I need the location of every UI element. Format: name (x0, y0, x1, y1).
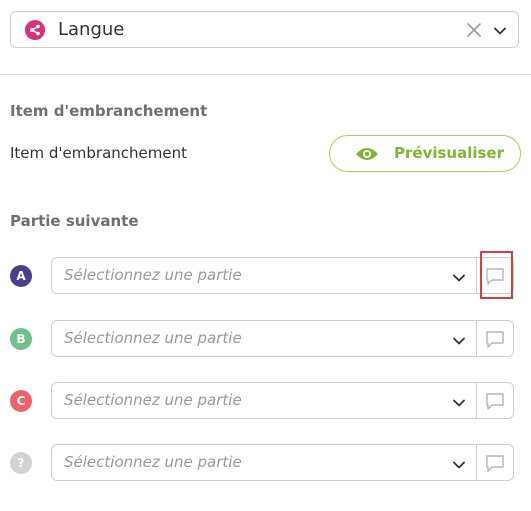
chevron-down-icon (452, 270, 466, 284)
comment-button[interactable] (477, 382, 514, 419)
branch-icon (25, 20, 45, 40)
chevron-down-icon (452, 395, 466, 409)
chevron-down-icon[interactable] (493, 23, 507, 37)
next-part-row: A Sélectionnez une partie (0, 257, 531, 297)
option-badge: B (10, 328, 32, 350)
part-select[interactable]: Sélectionnez une partie (51, 257, 477, 294)
option-badge: C (10, 390, 32, 412)
branch-item-heading: Item d'embranchement (10, 102, 208, 120)
clear-icon[interactable] (466, 22, 482, 38)
comment-button[interactable] (477, 257, 514, 294)
branching-panel: Langue Item d'embranchement Item d'embra… (0, 0, 531, 511)
part-select[interactable]: Sélectionnez une partie (51, 382, 477, 419)
preview-button[interactable]: Prévisualiser (329, 135, 521, 172)
selected-question-label: Langue (58, 19, 125, 40)
next-part-row: B Sélectionnez une partie (0, 320, 531, 360)
divider (0, 74, 531, 75)
chevron-down-icon (452, 457, 466, 471)
eye-icon (355, 145, 379, 167)
part-select[interactable]: Sélectionnez une partie (51, 320, 477, 357)
next-part-heading: Partie suivante (10, 212, 139, 230)
part-select-placeholder: Sélectionnez une partie (64, 453, 242, 471)
part-select-placeholder: Sélectionnez une partie (64, 266, 242, 284)
comment-button[interactable] (477, 320, 514, 357)
option-badge: A (10, 265, 32, 287)
part-select-placeholder: Sélectionnez une partie (64, 391, 242, 409)
preview-button-label: Prévisualiser (394, 144, 504, 162)
chevron-down-icon (452, 333, 466, 347)
branch-item-label: Item d'embranchement (10, 144, 187, 162)
branch-question-select[interactable]: Langue (10, 11, 519, 48)
part-select[interactable]: Sélectionnez une partie (51, 444, 477, 481)
next-part-row: ? Sélectionnez une partie (0, 444, 531, 484)
next-part-row: C Sélectionnez une partie (0, 382, 531, 422)
comment-button[interactable] (477, 444, 514, 481)
option-badge: ? (10, 452, 32, 474)
part-select-placeholder: Sélectionnez une partie (64, 329, 242, 347)
